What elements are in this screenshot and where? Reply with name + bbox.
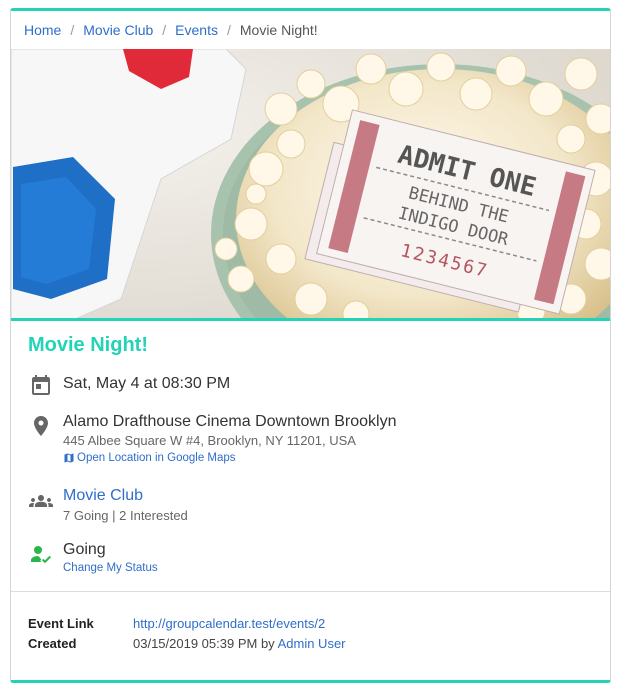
- event-address: 445 Albee Square W #4, Brooklyn, NY 1120…: [63, 433, 356, 448]
- event-hero-image: 1234 ADMIT ONE BEHIND THE INDIGO DOOR 12…: [11, 49, 610, 321]
- breadcrumb-events-link[interactable]: Events: [175, 22, 218, 38]
- event-card: Home / Movie Club / Events / Movie Night…: [10, 8, 611, 683]
- created-by-word: by: [260, 636, 275, 651]
- breadcrumb-separator: /: [226, 22, 231, 38]
- breadcrumb-separator: /: [70, 22, 75, 38]
- calendar-icon: [32, 375, 50, 395]
- breadcrumb-home-link[interactable]: Home: [24, 22, 61, 38]
- user-check-icon: [31, 546, 51, 564]
- created-by-link[interactable]: Admin User: [278, 636, 346, 651]
- change-status-link[interactable]: Change My Status: [63, 560, 158, 576]
- event-created-row: Created 03/15/2019 05:39 PM by Admin Use…: [28, 634, 610, 654]
- event-link[interactable]: http://groupcalendar.test/events/2: [133, 616, 325, 631]
- event-group-row: Movie Club 7 Going | 2 Interested: [11, 486, 610, 540]
- breadcrumb-separator: /: [162, 22, 167, 38]
- map-pin-icon: [34, 416, 48, 436]
- breadcrumb-current: Movie Night!: [239, 22, 318, 38]
- event-location-row: Alamo Drafthouse Cinema Downtown Brookly…: [11, 412, 610, 486]
- map-icon: [64, 453, 74, 463]
- created-date: 03/15/2019 05:39 PM: [133, 636, 258, 651]
- google-maps-link[interactable]: Open Location in Google Maps: [77, 450, 236, 466]
- event-attendance: 7 Going | 2 Interested: [63, 508, 188, 523]
- event-footer: Event Link http://groupcalendar.test/eve…: [11, 591, 610, 680]
- event-group-link[interactable]: Movie Club: [63, 486, 610, 506]
- event-title: Movie Night!: [28, 334, 148, 356]
- created-label: Created: [28, 636, 77, 651]
- event-datetime: Sat, May 4 at 08:30 PM: [63, 375, 231, 392]
- event-venue: Alamo Drafthouse Cinema Downtown Brookly…: [63, 413, 397, 430]
- event-date-row: Sat, May 4 at 08:30 PM: [11, 370, 610, 412]
- group-icon: [29, 495, 53, 507]
- event-link-label: Event Link: [28, 616, 94, 631]
- map-link-container: Open Location in Google Maps: [63, 450, 610, 466]
- breadcrumb: Home / Movie Club / Events / Movie Night…: [11, 11, 610, 49]
- event-status: Going: [63, 541, 106, 558]
- breadcrumb-group-link[interactable]: Movie Club: [83, 22, 153, 38]
- event-link-row: Event Link http://groupcalendar.test/eve…: [28, 614, 610, 634]
- event-status-row: Going Change My Status: [11, 540, 610, 584]
